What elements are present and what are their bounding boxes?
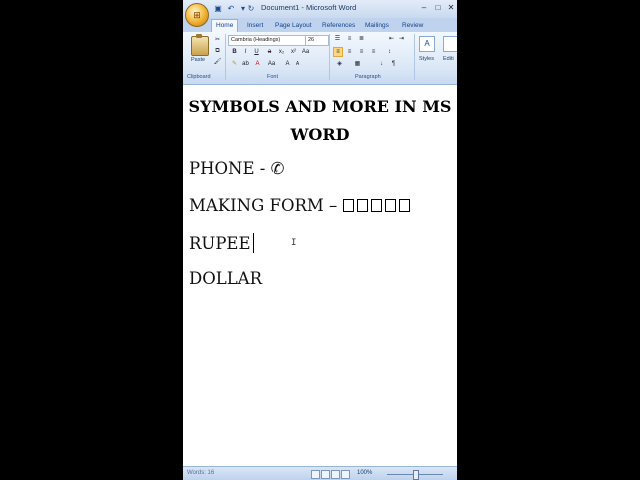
status-bar: Words: 16 100% (183, 466, 457, 480)
format-painter-icon[interactable]: 🖌 (213, 58, 222, 67)
italic-button[interactable]: I (241, 48, 250, 57)
font-group-label: Font (267, 74, 279, 80)
close-button[interactable]: ✕ (446, 3, 456, 13)
change-case-icon[interactable]: Aa (301, 48, 310, 57)
styles-label[interactable]: Styles (419, 56, 434, 62)
checkbox-symbol (356, 199, 368, 212)
tab-home[interactable]: Home (211, 19, 239, 33)
underline-button[interactable]: U (252, 48, 261, 57)
ribbon-tabs: Home Insert Page Layout References Maili… (183, 18, 457, 33)
making-form-line: MAKING FORM – (189, 196, 413, 215)
line-spacing-icon[interactable]: ↕ (385, 48, 394, 57)
dollar-line: DOLLAR (189, 269, 263, 288)
clipboard-group-label: Clipboard (187, 74, 211, 80)
styles-icon[interactable]: A (419, 36, 435, 52)
checkbox-symbol (370, 199, 382, 212)
justify-icon[interactable]: ≡ (369, 48, 378, 57)
title-bar: ⊞ ▣ ↶ ▾ ↻ Document1 - Microsoft Word – □… (183, 0, 457, 27)
tab-insert[interactable]: Insert (247, 20, 263, 32)
shading-icon[interactable]: ◈ (335, 60, 344, 69)
bold-button[interactable]: B (230, 48, 239, 57)
office-button[interactable]: ⊞ (185, 3, 209, 27)
borders-icon[interactable]: ▦ (353, 60, 362, 69)
print-layout-view-icon[interactable] (311, 470, 320, 479)
tab-review[interactable]: Review (402, 20, 423, 32)
tab-page-layout[interactable]: Page Layout (275, 20, 312, 32)
superscript-icon[interactable]: x² (289, 48, 298, 57)
full-screen-view-icon[interactable] (321, 470, 330, 479)
checkbox-symbol (384, 199, 396, 212)
numbering-icon[interactable]: ≡ (345, 35, 354, 44)
align-left-icon[interactable]: ≡ (333, 47, 343, 57)
bullets-icon[interactable]: ☰ (333, 35, 342, 44)
sort-icon[interactable]: ↓ (377, 60, 386, 69)
restore-button[interactable]: □ (433, 3, 443, 13)
word-count[interactable]: Words: 16 (187, 470, 214, 476)
web-layout-view-icon[interactable] (331, 470, 340, 479)
subscript-icon[interactable]: x₂ (277, 48, 286, 57)
document-heading: SYMBOLS AND MORE IN MS WORD (188, 97, 452, 144)
paragraph-group-label: Paragraph (355, 74, 381, 80)
clear-format-icon[interactable]: Aa (267, 60, 276, 69)
ibeam-cursor-icon: I (291, 238, 297, 248)
font-size-combo[interactable]: 26 (305, 35, 329, 46)
checkbox-symbol (342, 199, 354, 212)
paste-label[interactable]: Paste (191, 57, 205, 63)
paste-icon[interactable] (191, 34, 209, 56)
phone-line: PHONE - ✆ (189, 159, 285, 178)
separator (329, 34, 330, 80)
grow-font-icon[interactable]: A (283, 60, 292, 69)
tab-references[interactable]: References (322, 20, 355, 32)
multilevel-list-icon[interactable]: ≣ (357, 35, 366, 44)
separator (414, 34, 415, 80)
rupee-line: RUPEE (189, 233, 254, 253)
rupee-text: RUPEE (189, 234, 251, 253)
checkbox-symbol (398, 199, 410, 212)
increase-indent-icon[interactable]: ⇥ (397, 35, 406, 44)
ribbon: Paste ✂ ⧉ 🖌 Clipboard Cambria (Headings)… (183, 32, 457, 85)
separator (225, 34, 226, 80)
redo-icon[interactable]: ↻ (246, 4, 256, 14)
shrink-font-icon[interactable]: A (293, 60, 302, 69)
decrease-indent-icon[interactable]: ⇤ (387, 35, 396, 44)
text-effects-icon[interactable]: ✎ (230, 60, 239, 69)
zoom-level[interactable]: 100% (357, 470, 372, 476)
minimize-button[interactable]: – (419, 3, 429, 13)
align-center-icon[interactable]: ≡ (345, 48, 354, 57)
undo-icon[interactable]: ↶ (226, 4, 236, 14)
editing-label[interactable]: Editi (443, 56, 454, 62)
checkbox-symbols (342, 196, 413, 215)
word-window: ⊞ ▣ ↶ ▾ ↻ Document1 - Microsoft Word – □… (183, 0, 457, 480)
editing-icon[interactable] (443, 36, 457, 52)
window-title: Document1 - Microsoft Word (261, 3, 357, 12)
making-form-text: MAKING FORM – (189, 196, 343, 215)
text-cursor (252, 233, 254, 253)
align-right-icon[interactable]: ≡ (357, 48, 366, 57)
outline-view-icon[interactable] (341, 470, 350, 479)
font-name-combo[interactable]: Cambria (Headings) (228, 35, 306, 46)
show-marks-icon[interactable]: ¶ (389, 60, 398, 69)
zoom-slider-thumb[interactable] (413, 470, 419, 480)
copy-icon[interactable]: ⧉ (213, 47, 222, 56)
cut-icon[interactable]: ✂ (213, 36, 222, 45)
save-icon[interactable]: ▣ (213, 4, 223, 14)
document-page[interactable]: SYMBOLS AND MORE IN MS WORD PHONE - ✆ MA… (183, 85, 457, 466)
tab-mailings[interactable]: Mailings (365, 20, 389, 32)
strikethrough-icon[interactable]: a (265, 48, 274, 57)
font-color-icon[interactable]: A (253, 60, 262, 69)
highlight-icon[interactable]: ab (241, 60, 250, 69)
